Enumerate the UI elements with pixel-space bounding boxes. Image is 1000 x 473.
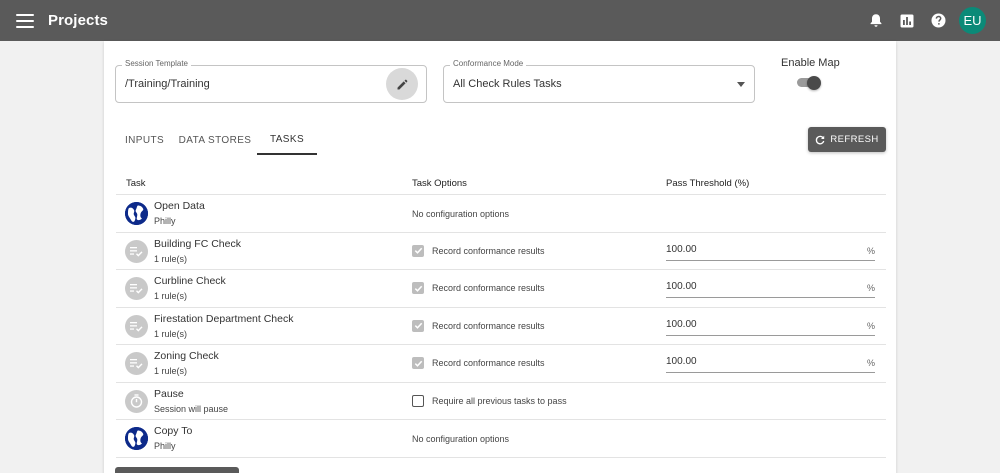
record-conformance-label: Record conformance results (432, 245, 545, 256)
refresh-button[interactable]: REFRESH (808, 127, 886, 152)
rule-check-icon (125, 314, 148, 338)
percent-suffix: % (866, 245, 875, 256)
table-row[interactable]: Zoning Check 1 rule(s) Record conformanc… (116, 345, 886, 383)
record-conformance-option: Record conformance results (412, 357, 545, 369)
table-row[interactable]: Copy To Philly No configuration options (116, 420, 886, 458)
header-task: Task (126, 178, 146, 189)
record-conformance-label: Record conformance results (432, 320, 545, 331)
record-conformance-checkbox[interactable] (412, 319, 424, 332)
threshold-value: 100.00 (666, 318, 697, 330)
help-icon[interactable] (927, 10, 949, 32)
tab-data-stores[interactable]: DATA STORES (173, 125, 257, 155)
tab-inputs[interactable]: INPUTS (116, 125, 173, 155)
stopwatch-icon (125, 389, 148, 413)
tab-tasks[interactable]: TASKS (257, 125, 317, 155)
task-name: Firestation Department Check (154, 312, 294, 325)
session-template-label: Session Template (122, 59, 191, 68)
task-name: Zoning Check (154, 350, 219, 362)
rule-check-icon (125, 277, 148, 300)
threshold-value: 100.00 (666, 356, 697, 367)
chart-icon[interactable] (896, 10, 918, 32)
conformance-mode-value: All Check Rules Tasks (453, 78, 562, 90)
record-conformance-checkbox[interactable] (412, 282, 424, 294)
percent-suffix: % (866, 358, 875, 368)
pass-threshold-input[interactable]: 100.00 % (666, 353, 875, 373)
session-template-value: /Training/Training (125, 78, 210, 90)
task-subtitle: 1 rule(s) (154, 291, 188, 301)
chevron-down-icon (737, 82, 745, 87)
menu-icon[interactable] (16, 13, 34, 28)
avatar[interactable]: EU (959, 7, 986, 34)
record-conformance-option: Record conformance results (412, 282, 545, 294)
task-subtitle: Philly (154, 216, 176, 226)
table-row[interactable]: Building FC Check 1 rule(s) Record confo… (116, 233, 886, 270)
bottom-action-button[interactable] (115, 467, 239, 473)
globe-icon (125, 202, 148, 225)
record-conformance-option: Record conformance results (412, 244, 545, 257)
enable-map-label: Enable Map (781, 57, 840, 69)
require-previous-label: Require all previous tasks to pass (432, 395, 567, 406)
task-name: Pause (154, 387, 184, 400)
page-title: Projects (48, 12, 108, 29)
tab-bar: INPUTS DATA STORES TASKS (116, 125, 317, 155)
conformance-mode-select[interactable]: Conformance Mode All Check Rules Tasks (443, 59, 755, 103)
bell-icon[interactable] (865, 10, 887, 32)
percent-suffix: % (866, 283, 875, 293)
app-bar-actions: EU (856, 0, 986, 41)
task-name: Curbline Check (154, 275, 226, 287)
task-subtitle: 1 rule(s) (154, 328, 188, 339)
task-subtitle: 1 rule(s) (154, 253, 188, 264)
percent-suffix: % (866, 320, 875, 331)
rule-check-icon (125, 352, 148, 375)
toggle-thumb (807, 76, 821, 90)
threshold-value: 100.00 (666, 243, 697, 255)
threshold-value: 100.00 (666, 281, 697, 292)
record-conformance-checkbox[interactable] (412, 357, 424, 369)
table-row[interactable]: Pause Session will pause Require all pre… (116, 383, 886, 420)
refresh-icon (816, 135, 825, 144)
pass-threshold-input[interactable]: 100.00 % (666, 316, 875, 336)
task-name: Copy To (154, 425, 193, 437)
require-previous-option: Require all previous tasks to pass (412, 394, 567, 407)
task-settings-card: Session Template /Training/Training Conf… (104, 41, 896, 473)
conformance-mode-label: Conformance Mode (450, 59, 527, 68)
task-name: Building FC Check (154, 237, 241, 250)
refresh-label: REFRESH (830, 134, 879, 145)
record-conformance-label: Record conformance results (432, 283, 545, 293)
globe-icon (125, 427, 148, 450)
table-header: Task Task Options Pass Threshold (%) (116, 173, 886, 195)
task-subtitle: 1 rule(s) (154, 366, 188, 376)
table-row[interactable]: Firestation Department Check 1 rule(s) R… (116, 308, 886, 345)
record-conformance-label: Record conformance results (432, 358, 545, 368)
pencil-icon (397, 79, 407, 89)
task-subtitle: Philly (154, 441, 176, 451)
record-conformance-checkbox[interactable] (412, 244, 424, 257)
tasks-table: Task Task Options Pass Threshold (%) Ope… (116, 173, 886, 458)
app-bar: Projects EU (0, 0, 1000, 41)
task-name: Open Data (154, 200, 205, 212)
pass-threshold-input[interactable]: 100.00 % (666, 241, 875, 261)
header-task-options: Task Options (412, 178, 467, 189)
task-subtitle: Session will pause (154, 403, 229, 414)
task-option-text: No configuration options (412, 434, 510, 444)
rule-check-icon (125, 239, 148, 263)
table-row[interactable]: Curbline Check 1 rule(s) Record conforma… (116, 270, 886, 308)
edit-session-template-button[interactable] (386, 68, 418, 100)
record-conformance-option: Record conformance results (412, 319, 545, 332)
pass-threshold-input[interactable]: 100.00 % (666, 278, 875, 298)
table-row[interactable]: Open Data Philly No configuration option… (116, 195, 886, 233)
header-pass-threshold: Pass Threshold (%) (666, 178, 750, 189)
session-template-field[interactable]: Session Template /Training/Training (115, 59, 427, 103)
task-option-text: No configuration options (412, 209, 510, 219)
require-previous-checkbox[interactable] (412, 394, 424, 407)
enable-map-toggle[interactable] (796, 76, 822, 90)
